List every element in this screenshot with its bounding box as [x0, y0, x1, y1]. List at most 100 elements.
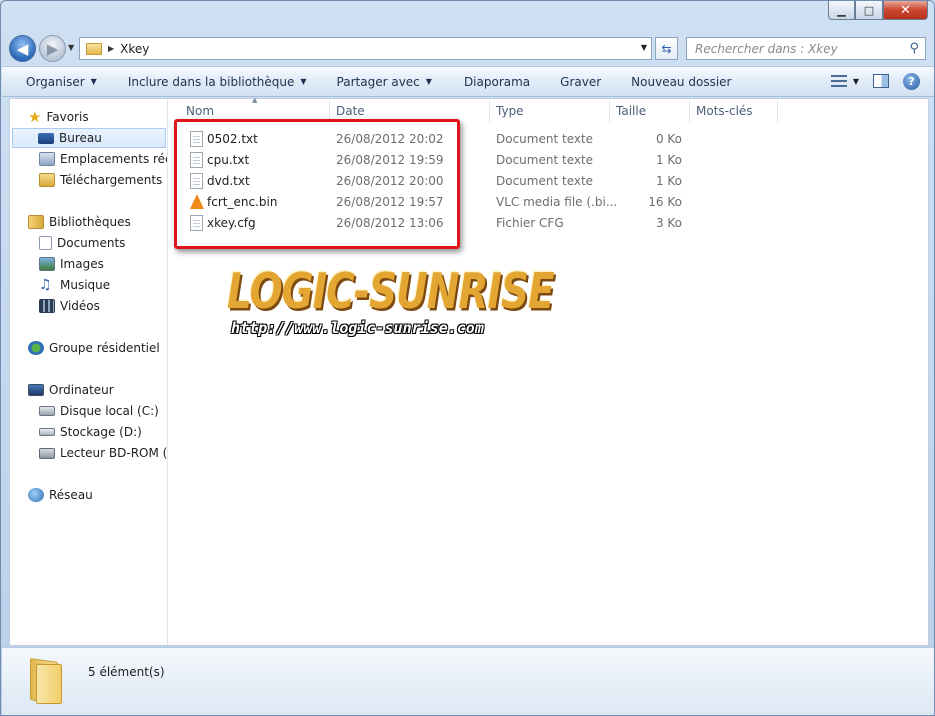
refresh-button[interactable]: ⇆: [655, 37, 678, 60]
file-size: 1 Ko: [655, 153, 682, 167]
sidebar-item-bd-rom[interactable]: Lecteur BD-ROM (G:: [39, 443, 168, 463]
burn-label: Graver: [560, 74, 602, 89]
sidebar-label: Musique: [60, 278, 111, 292]
images-icon: [39, 257, 55, 271]
search-input[interactable]: Rechercher dans : Xkey ⚲: [686, 37, 926, 60]
sidebar-item-recent[interactable]: Emplacements récen: [39, 149, 167, 169]
sidebar-item-videos[interactable]: Vidéos: [39, 296, 100, 316]
column-header-label: Mots-clés: [696, 103, 753, 118]
column-header-tags[interactable]: Mots-clés: [690, 99, 778, 122]
star-icon: ★: [28, 108, 42, 126]
column-header-label: Taille: [616, 103, 647, 118]
network-icon: [28, 488, 44, 502]
sidebar-item-homegroup[interactable]: Groupe résidentiel: [28, 338, 160, 358]
help-icon[interactable]: ?: [903, 72, 920, 90]
file-size: 3 Ko: [655, 216, 682, 230]
hard-drive-icon: [39, 428, 55, 436]
file-type: Document texte: [496, 132, 594, 146]
share-with-label: Partager avec: [336, 74, 420, 89]
item-count: 5 élément(s): [88, 665, 165, 679]
optical-drive-icon: [39, 447, 55, 459]
file-type: Fichier CFG: [496, 216, 564, 230]
change-view-button[interactable]: ▼: [829, 72, 859, 90]
sidebar-label: Groupe résidentiel: [49, 341, 160, 355]
command-bar: Organiser ▼ Inclure dans la bibliothèque ▼…: [2, 66, 934, 97]
slideshow-label: Diaporama: [463, 74, 531, 89]
breadcrumb-chevron-icon[interactable]: ▶: [108, 44, 114, 53]
folder-icon: [30, 658, 64, 704]
desktop-icon: [38, 132, 54, 144]
sidebar-label: Stockage (D:): [60, 425, 142, 439]
sidebar-item-favoris[interactable]: ★ Favoris: [28, 107, 89, 127]
file-type: Document texte: [496, 174, 594, 188]
maximize-button[interactable]: □: [855, 1, 883, 20]
libraries-icon: [28, 215, 44, 229]
sidebar-label: Téléchargements: [60, 173, 163, 187]
sidebar-label: Disque local (C:): [60, 404, 159, 418]
search-icon[interactable]: ⚲: [909, 41, 919, 56]
column-header-label: Date: [336, 103, 365, 118]
column-header-size[interactable]: Taille: [610, 99, 690, 122]
recent-pages-dropdown[interactable]: ▼: [68, 43, 74, 52]
sidebar-label: Documents: [57, 236, 126, 250]
sidebar-item-downloads[interactable]: Téléchargements: [39, 170, 162, 190]
sidebar-label: Emplacements récen: [60, 152, 167, 166]
file-size: 1 Ko: [655, 174, 682, 188]
recent-places-icon: [39, 152, 55, 166]
details-pane: 5 élément(s): [2, 647, 934, 715]
file-size: 0 Ko: [655, 132, 682, 146]
documents-icon: [39, 236, 52, 250]
caption-buttons: ▁ □ ✕: [828, 1, 928, 20]
organiser-button[interactable]: Organiser ▼: [2, 75, 107, 89]
sidebar-item-network[interactable]: Réseau: [28, 485, 93, 505]
new-folder-label: Nouveau dossier: [631, 74, 732, 89]
sidebar-label: Vidéos: [60, 299, 100, 313]
sidebar-item-drive-d[interactable]: Stockage (D:): [39, 422, 142, 442]
include-library-button[interactable]: Inclure dans la bibliothèque ▼: [107, 75, 317, 89]
sidebar-item-drive-c[interactable]: Disque local (C:): [39, 401, 159, 421]
file-type: Document texte: [496, 153, 594, 167]
new-folder-button[interactable]: Nouveau dossier: [611, 75, 741, 89]
burn-button[interactable]: Graver: [540, 75, 611, 89]
sidebar-item-documents[interactable]: Documents: [39, 233, 125, 253]
music-icon: ♫: [39, 277, 52, 293]
chevron-down-icon: ▼: [852, 76, 859, 86]
sidebar-label: Images: [60, 257, 104, 271]
sidebar-label: Réseau: [49, 488, 93, 502]
sidebar-item-computer[interactable]: Ordinateur: [28, 380, 114, 400]
view-list-icon: [829, 72, 849, 90]
explorer-window: ▁ □ ✕ ◀ ▶ ▼ ▶ Xkey ▼ ⇆ Rechercher dans :…: [0, 0, 935, 716]
refresh-icon: ⇆: [661, 41, 672, 56]
preview-pane-icon[interactable]: [873, 74, 889, 88]
sidebar-label: Bibliothèques: [49, 215, 131, 229]
highlight-box: [174, 119, 460, 249]
breadcrumb-xkey[interactable]: Xkey: [120, 42, 149, 56]
sidebar-item-libraries[interactable]: Bibliothèques: [28, 212, 131, 232]
share-with-button[interactable]: Partager avec ▼: [317, 75, 442, 89]
chevron-down-icon: ▼: [90, 77, 97, 86]
sidebar-label: Favoris: [46, 110, 89, 124]
address-dropdown-icon[interactable]: ▼: [641, 43, 647, 52]
close-button[interactable]: ✕: [883, 1, 928, 20]
forward-button[interactable]: ▶: [39, 35, 66, 62]
column-header-type[interactable]: Type: [490, 99, 610, 122]
downloads-folder-icon: [39, 173, 55, 187]
sidebar-label: Lecteur BD-ROM (G:: [60, 446, 168, 460]
column-header-label: Type: [496, 103, 524, 118]
slideshow-button[interactable]: Diaporama: [442, 75, 540, 89]
minimize-button[interactable]: ▁: [828, 1, 855, 20]
navigation-pane: ★ Favoris Bureau Emplacements récen Téléc…: [10, 99, 168, 645]
homegroup-icon: [28, 341, 44, 355]
main-area: ★ Favoris Bureau Emplacements récen Téléc…: [9, 96, 929, 646]
sidebar-item-images[interactable]: Images: [39, 254, 104, 274]
search-placeholder: Rechercher dans : Xkey: [695, 42, 838, 56]
file-size: 16 Ko: [648, 195, 682, 209]
navigation-bar: ◀ ▶ ▼ ▶ Xkey ▼ ⇆ Rechercher dans : Xkey …: [9, 34, 929, 62]
address-bar[interactable]: ▶ Xkey ▼: [79, 37, 652, 60]
sidebar-item-music[interactable]: ♫ Musique: [39, 275, 110, 295]
column-header-label: Nom: [186, 103, 215, 118]
back-button[interactable]: ◀: [9, 35, 36, 62]
sort-ascending-icon: ▲: [252, 96, 258, 104]
file-type: VLC media file (.bi...: [496, 195, 618, 209]
sidebar-item-bureau[interactable]: Bureau: [12, 128, 166, 148]
